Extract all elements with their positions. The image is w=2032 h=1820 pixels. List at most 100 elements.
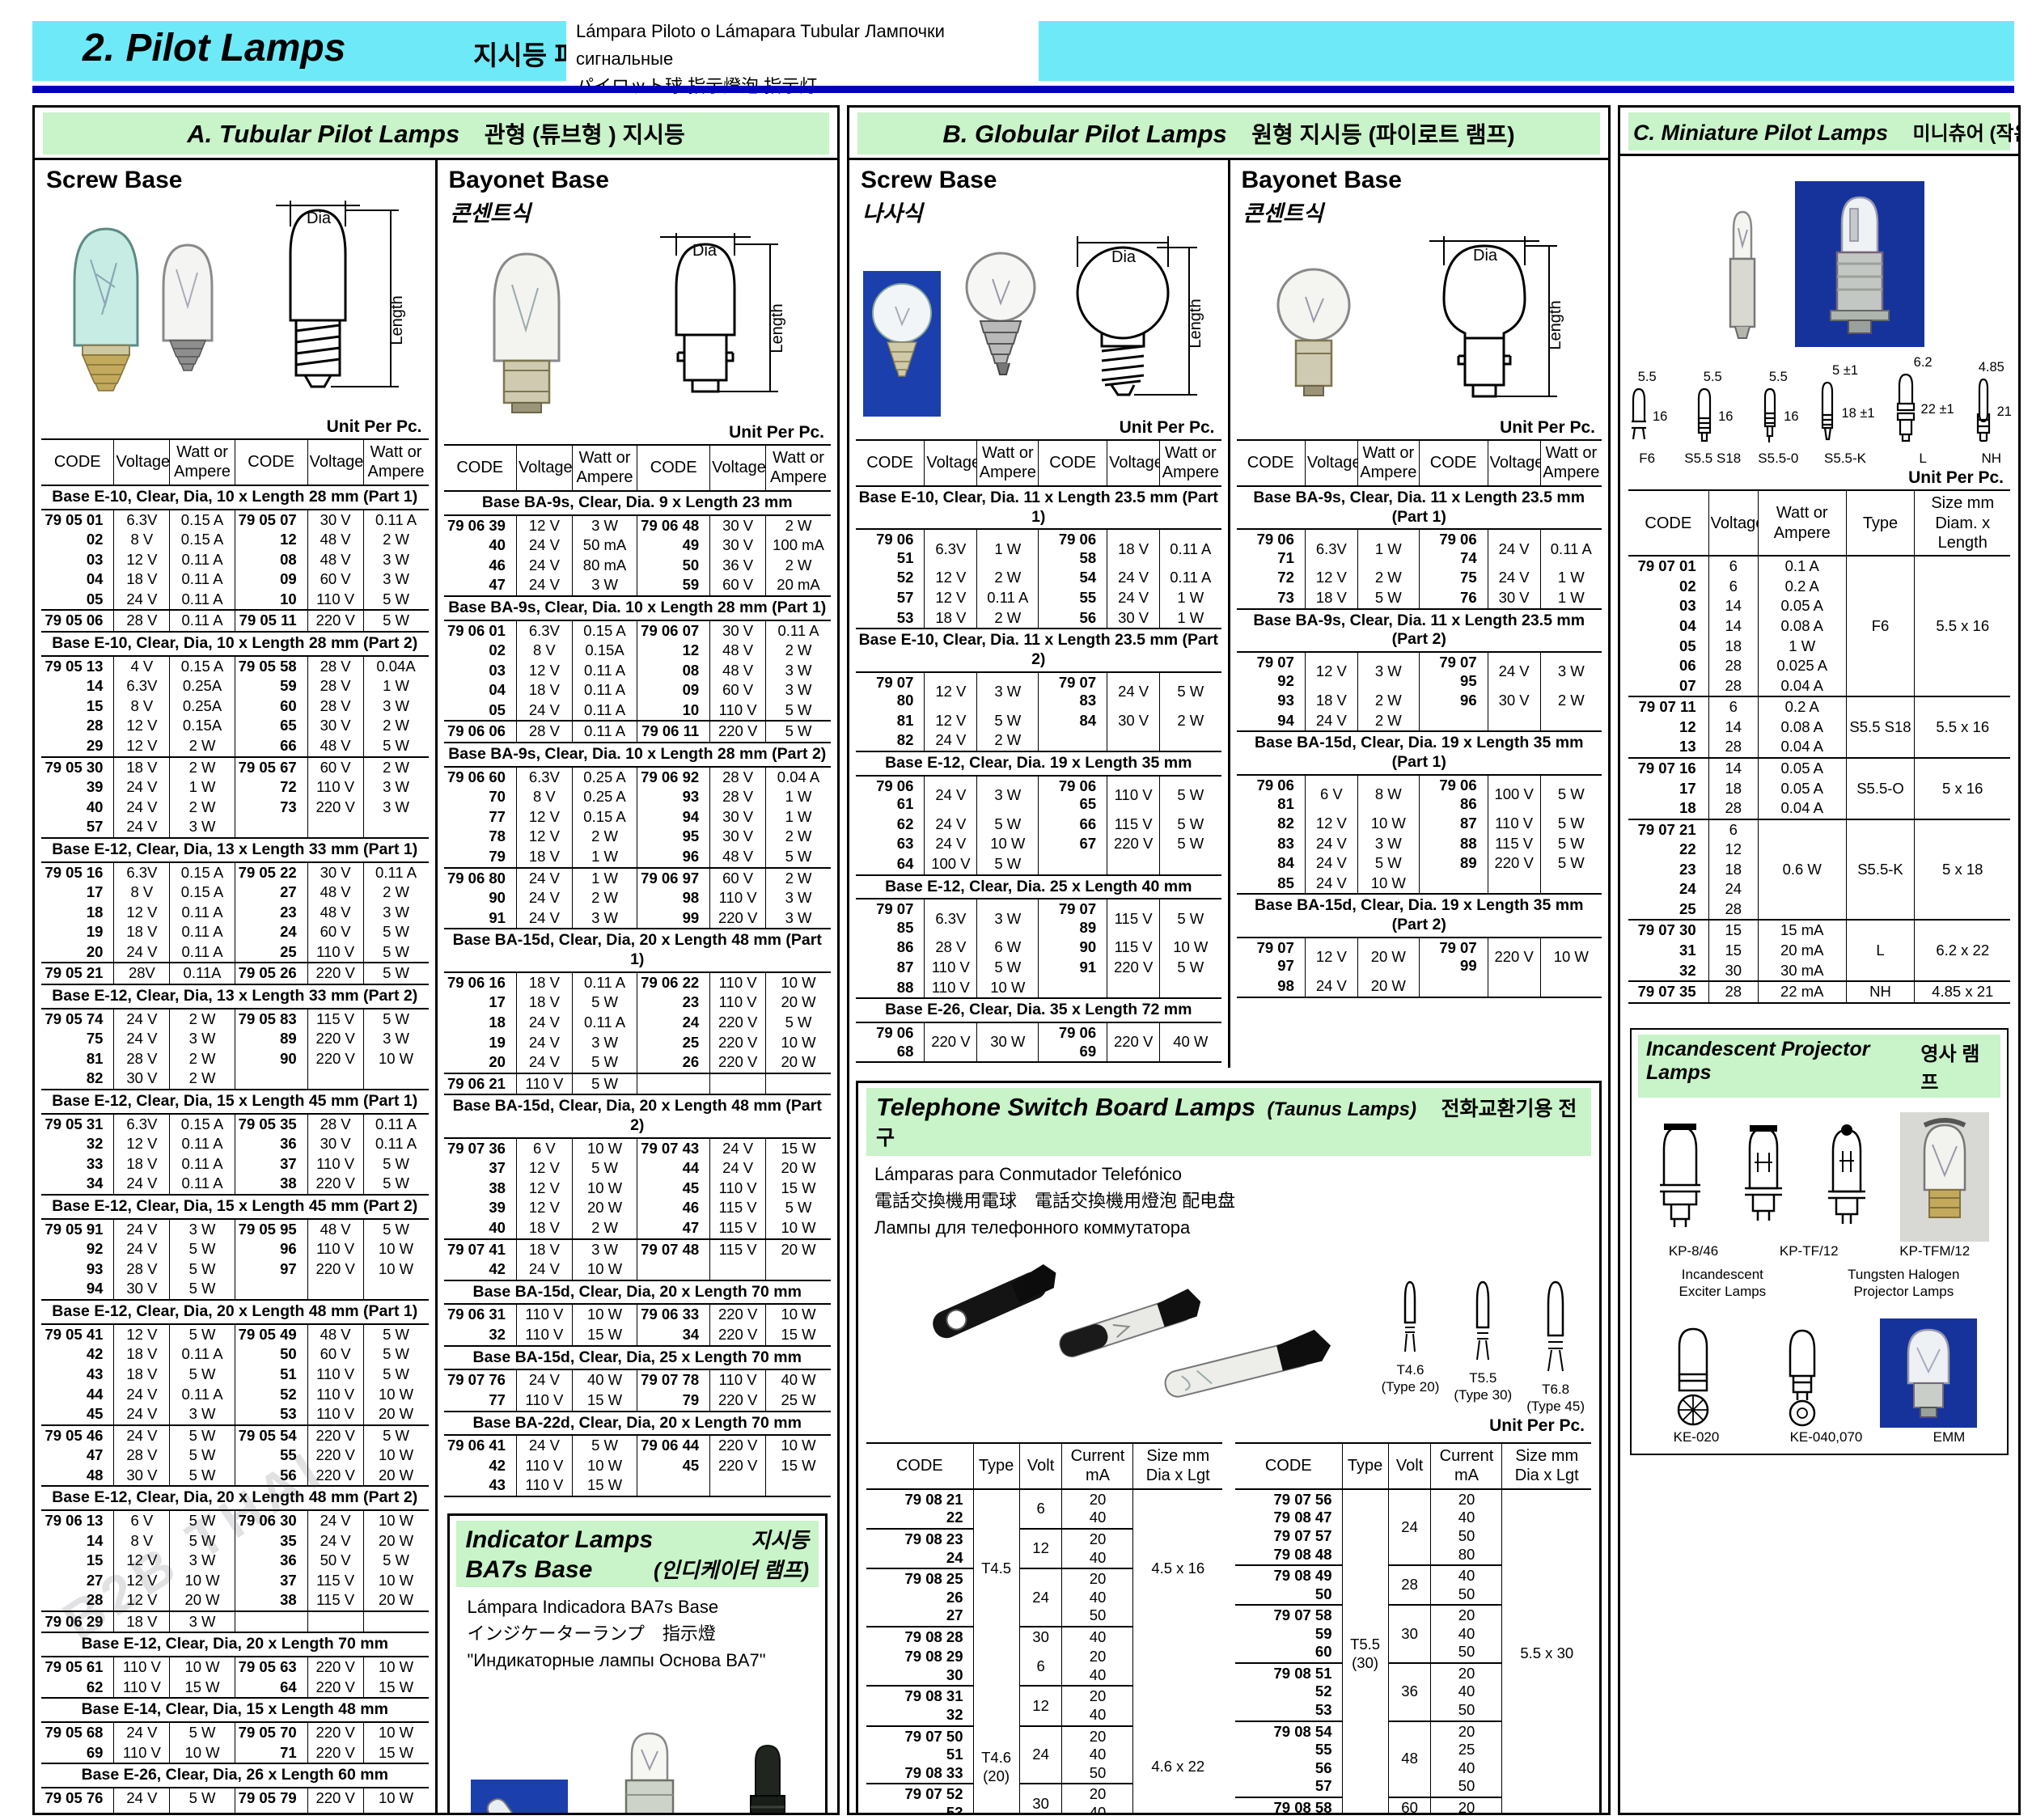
table-row: 2812 V0.15A6530 V2 W <box>41 716 429 736</box>
table-cell <box>1540 874 1602 895</box>
table-cell <box>363 1279 428 1300</box>
bulb-label: KE-040,070 <box>1790 1429 1863 1445</box>
table-cell <box>1540 711 1602 732</box>
table-cell: 79 08 31 32 <box>866 1686 973 1725</box>
table-row: 3812 V10 W45110 V15 W <box>444 1179 832 1199</box>
mini-lamp-icon <box>1892 371 1920 449</box>
table-cell: 2 W <box>363 757 428 778</box>
section-a-screw-column: Screw Base <box>35 160 435 1815</box>
table-row: 79 06 4124 V5 W79 06 44220 V10 W <box>444 1435 832 1456</box>
projector-bulb-kp846 <box>1650 1120 1710 1242</box>
table-cell: 79 05 41 <box>41 1324 114 1345</box>
table-cell: 64 <box>235 1678 307 1699</box>
table-cell: 24 V <box>516 556 572 576</box>
table-cell: 30 mA <box>1758 961 1846 982</box>
table-cell: 1 W <box>572 847 637 868</box>
mini-diagram-s550: 5.5 16 S5.5-0 <box>1758 370 1798 467</box>
table-cell: 60 <box>235 696 307 717</box>
table-cell: 40 <box>41 798 114 818</box>
table-cell: 12 V <box>516 827 572 847</box>
table-cell: 25 <box>1628 899 1708 921</box>
table-cell: 5 W <box>170 1788 235 1809</box>
projector-lamps-band: Incandescent Projector Lamps 영사 램프 <box>1638 1035 2000 1098</box>
table-cell: 12 V <box>516 1198 572 1218</box>
table-cell: 37 <box>235 1154 307 1175</box>
table-cell: 4.85 x 21 <box>1915 981 2010 1003</box>
table-cell: 110 V <box>710 700 766 722</box>
mini-lamp-icon <box>1971 376 1996 449</box>
section-a-subtitle: 관형 (튜브형 ) 지시등 <box>485 122 685 147</box>
table-cell: 5 x 18 <box>1915 819 2010 921</box>
table-cell: 88 <box>1419 834 1488 854</box>
table-cell: 5 W <box>170 1279 235 1300</box>
column-header: CODE <box>1235 1443 1342 1489</box>
table-cell: 24 V <box>710 1138 766 1159</box>
diagram-name: F6 <box>1627 451 1667 467</box>
table-cell: 96 <box>235 1239 307 1259</box>
table-cell: 20 40 50 <box>1431 1605 1502 1663</box>
table-row: 9824 V20 W <box>1237 976 1602 997</box>
table-cell: 23 <box>235 903 307 923</box>
table-cell: 20 <box>41 942 114 963</box>
table-cell: 66 <box>1039 815 1107 835</box>
table-cell: 0.11 A <box>363 1134 428 1154</box>
table-cell: 0.11 A <box>170 1174 235 1195</box>
table-row: 4724 V3 W5960 V20 mA <box>444 575 832 596</box>
table-cell: 2 W <box>572 1218 637 1239</box>
table-cell: 79 07 76 <box>444 1369 517 1390</box>
table-cell: 30 V <box>307 862 363 883</box>
table-cell: 0.11 A <box>572 1013 637 1033</box>
table-cell: 10 <box>235 590 307 611</box>
group-header: Base E-12, Clear, Dia, 15 x Length 45 mm… <box>41 1090 429 1114</box>
section-b-screw-column: Screw Base 나사식 <box>849 160 1228 1068</box>
table-cell: 220 V <box>1488 938 1540 976</box>
table-cell: 12 V <box>516 515 572 536</box>
table-cell: 48 V <box>710 847 766 868</box>
table-cell: 10 W <box>363 1657 428 1678</box>
bulb-label: KP-TFM/12 <box>1899 1243 1970 1259</box>
table-row: 3424 V0.11 A38220 V5 W <box>41 1174 429 1195</box>
column-header: Type <box>1846 490 1915 556</box>
group-header: Base BA-15d, Clear, Dia, 20 x Length 48 … <box>444 1094 832 1138</box>
table-cell: 79 06 81 <box>1237 775 1306 814</box>
table-cell: 220 V <box>710 1033 766 1053</box>
table-cell: 5 W <box>766 847 831 868</box>
table-cell: 6.3V <box>114 676 170 696</box>
table-cell: 2 W <box>363 716 428 736</box>
table-cell <box>307 1069 363 1090</box>
table-cell: 36 <box>235 1551 307 1571</box>
table-cell: 79 07 97 <box>1237 938 1306 976</box>
table-cell: 5 W <box>766 1013 831 1033</box>
table-row: 8224 V2 W <box>856 730 1221 751</box>
table-cell: 79 07 41 <box>444 1239 517 1260</box>
table-row: 7812 V2 W9530 V2 W <box>444 827 832 847</box>
table-cell: 115 V <box>1107 899 1160 938</box>
table-cell: 06 <box>1628 656 1708 676</box>
table-cell: 28 V <box>307 696 363 717</box>
table-cell <box>363 1611 428 1633</box>
table-cell: 79 05 26 <box>235 963 307 984</box>
table-cell: 85 <box>1237 874 1306 895</box>
table-cell: 79 08 54 55 56 57 <box>1235 1721 1342 1797</box>
table-row: 5724 V3 W <box>41 817 429 838</box>
group-header: Base E-14, Clear, Dia, 15 x Length 48 mm <box>41 1698 429 1722</box>
table-cell: 15 W <box>363 1743 428 1764</box>
column-header-row: CODEVoltageWatt or AmpereCODEVoltageWatt… <box>41 439 429 485</box>
column-header: CODE <box>637 445 710 491</box>
table-cell: 6.2 x 22 <box>1915 920 2010 981</box>
table-cell: 13 <box>1628 737 1708 758</box>
table-cell: 79 05 49 <box>235 1324 307 1345</box>
table-cell: 0.11 A <box>363 862 428 883</box>
table-row: 4524 V3 W53110 V20 W <box>41 1404 429 1425</box>
tubular-bulb-diagram: Dia Length <box>260 199 409 416</box>
table-cell <box>766 1259 831 1280</box>
table-cell: 5 W <box>1357 588 1419 609</box>
table-cell: 10 W <box>766 1033 831 1053</box>
table-cell: 79 05 70 <box>235 1722 307 1743</box>
table-cell: 30 V <box>114 1279 170 1300</box>
projector-title: Incandescent Projector Lamps <box>1646 1038 1920 1094</box>
column-header: Current mA <box>1431 1443 1502 1489</box>
table-cell: 30 V <box>710 515 766 536</box>
table-cell: 79 07 92 <box>1237 652 1306 691</box>
table-cell: 5 W <box>363 1154 428 1175</box>
